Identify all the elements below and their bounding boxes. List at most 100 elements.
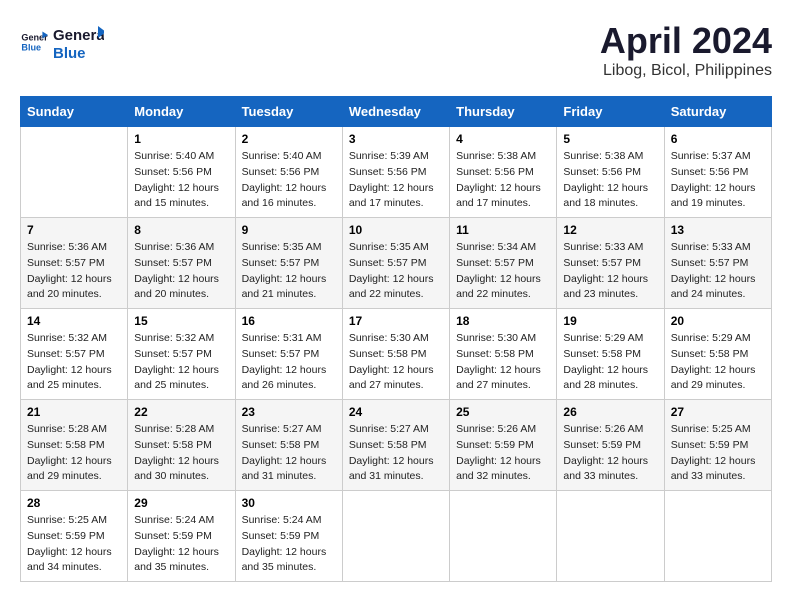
- day-cell: 5 Sunrise: 5:38 AMSunset: 5:56 PMDaylight…: [557, 127, 664, 218]
- week-row-2: 7 Sunrise: 5:36 AMSunset: 5:57 PMDaylight…: [21, 218, 772, 309]
- day-number: 10: [349, 223, 443, 237]
- day-info: Sunrise: 5:33 AMSunset: 5:57 PMDaylight:…: [671, 240, 765, 303]
- day-number: 5: [563, 132, 657, 146]
- day-cell: 20 Sunrise: 5:29 AMSunset: 5:58 PMDayligh…: [664, 309, 771, 400]
- day-cell: 15 Sunrise: 5:32 AMSunset: 5:57 PMDayligh…: [128, 309, 235, 400]
- day-info: Sunrise: 5:26 AMSunset: 5:59 PMDaylight:…: [456, 422, 550, 485]
- day-cell: 12 Sunrise: 5:33 AMSunset: 5:57 PMDayligh…: [557, 218, 664, 309]
- location-title: Libog, Bicol, Philippines: [600, 62, 772, 80]
- day-info: Sunrise: 5:39 AMSunset: 5:56 PMDaylight:…: [349, 149, 443, 212]
- day-cell: 11Sunrise: 5:34 AMSunset: 5:57 PMDayligh…: [450, 218, 557, 309]
- svg-text:General: General: [53, 27, 104, 44]
- day-number: 17: [349, 314, 443, 328]
- day-info: Sunrise: 5:37 AMSunset: 5:56 PMDaylight:…: [671, 149, 765, 212]
- title-area: April 2024 Libog, Bicol, Philippines: [600, 20, 772, 80]
- day-info: Sunrise: 5:25 AMSunset: 5:59 PMDaylight:…: [671, 422, 765, 485]
- day-number: 22: [134, 405, 228, 419]
- calendar-body: 1 Sunrise: 5:40 AMSunset: 5:56 PMDaylight…: [21, 127, 772, 582]
- day-info: Sunrise: 5:30 AMSunset: 5:58 PMDaylight:…: [349, 331, 443, 394]
- day-info: Sunrise: 5:24 AMSunset: 5:59 PMDaylight:…: [134, 513, 228, 576]
- day-info: Sunrise: 5:30 AMSunset: 5:58 PMDaylight:…: [456, 331, 550, 394]
- day-number: 6: [671, 132, 765, 146]
- day-cell: 28 Sunrise: 5:25 AMSunset: 5:59 PMDayligh…: [21, 491, 128, 582]
- day-info: Sunrise: 5:33 AMSunset: 5:57 PMDaylight:…: [563, 240, 657, 303]
- day-info: Sunrise: 5:29 AMSunset: 5:58 PMDaylight:…: [563, 331, 657, 394]
- day-header-tuesday: Tuesday: [235, 97, 342, 127]
- day-info: Sunrise: 5:28 AMSunset: 5:58 PMDaylight:…: [134, 422, 228, 485]
- logo-icon: General Blue: [20, 28, 48, 56]
- day-cell: 18 Sunrise: 5:30 AMSunset: 5:58 PMDayligh…: [450, 309, 557, 400]
- day-number: 23: [242, 405, 336, 419]
- header: General Blue General Blue April 2024 Lib…: [20, 20, 772, 80]
- day-number: 29: [134, 496, 228, 510]
- day-cell: 24 Sunrise: 5:27 AMSunset: 5:58 PMDayligh…: [342, 400, 449, 491]
- day-number: 24: [349, 405, 443, 419]
- day-number: 30: [242, 496, 336, 510]
- day-info: Sunrise: 5:32 AMSunset: 5:57 PMDaylight:…: [134, 331, 228, 394]
- day-cell: 3 Sunrise: 5:39 AMSunset: 5:56 PMDaylight…: [342, 127, 449, 218]
- week-row-1: 1 Sunrise: 5:40 AMSunset: 5:56 PMDaylight…: [21, 127, 772, 218]
- day-info: Sunrise: 5:35 AMSunset: 5:57 PMDaylight:…: [242, 240, 336, 303]
- week-row-4: 21Sunrise: 5:28 AMSunset: 5:58 PMDayligh…: [21, 400, 772, 491]
- day-info: Sunrise: 5:27 AMSunset: 5:58 PMDaylight:…: [349, 422, 443, 485]
- day-header-wednesday: Wednesday: [342, 97, 449, 127]
- calendar-table: SundayMondayTuesdayWednesdayThursdayFrid…: [20, 96, 772, 582]
- day-number: 27: [671, 405, 765, 419]
- day-cell: [664, 491, 771, 582]
- day-info: Sunrise: 5:36 AMSunset: 5:57 PMDaylight:…: [134, 240, 228, 303]
- day-info: Sunrise: 5:38 AMSunset: 5:56 PMDaylight:…: [456, 149, 550, 212]
- day-header-monday: Monday: [128, 97, 235, 127]
- week-row-5: 28 Sunrise: 5:25 AMSunset: 5:59 PMDayligh…: [21, 491, 772, 582]
- day-info: Sunrise: 5:26 AMSunset: 5:59 PMDaylight:…: [563, 422, 657, 485]
- day-number: 7: [27, 223, 121, 237]
- day-cell: 23Sunrise: 5:27 AMSunset: 5:58 PMDayligh…: [235, 400, 342, 491]
- day-number: 20: [671, 314, 765, 328]
- day-cell: 13 Sunrise: 5:33 AMSunset: 5:57 PMDayligh…: [664, 218, 771, 309]
- day-cell: 19 Sunrise: 5:29 AMSunset: 5:58 PMDayligh…: [557, 309, 664, 400]
- month-title: April 2024: [600, 20, 772, 62]
- day-number: 11: [456, 223, 550, 237]
- day-cell: 1 Sunrise: 5:40 AMSunset: 5:56 PMDaylight…: [128, 127, 235, 218]
- day-cell: 7 Sunrise: 5:36 AMSunset: 5:57 PMDaylight…: [21, 218, 128, 309]
- day-header-friday: Friday: [557, 97, 664, 127]
- day-number: 3: [349, 132, 443, 146]
- day-number: 8: [134, 223, 228, 237]
- day-number: 13: [671, 223, 765, 237]
- day-header-saturday: Saturday: [664, 97, 771, 127]
- calendar-header-row: SundayMondayTuesdayWednesdayThursdayFrid…: [21, 97, 772, 127]
- day-info: Sunrise: 5:29 AMSunset: 5:58 PMDaylight:…: [671, 331, 765, 394]
- logo-svg: General Blue: [52, 20, 104, 64]
- day-info: Sunrise: 5:40 AMSunset: 5:56 PMDaylight:…: [134, 149, 228, 212]
- day-cell: [450, 491, 557, 582]
- day-number: 14: [27, 314, 121, 328]
- day-number: 26: [563, 405, 657, 419]
- day-number: 25: [456, 405, 550, 419]
- day-cell: 14 Sunrise: 5:32 AMSunset: 5:57 PMDayligh…: [21, 309, 128, 400]
- day-header-thursday: Thursday: [450, 97, 557, 127]
- week-row-3: 14 Sunrise: 5:32 AMSunset: 5:57 PMDayligh…: [21, 309, 772, 400]
- day-info: Sunrise: 5:24 AMSunset: 5:59 PMDaylight:…: [242, 513, 336, 576]
- day-number: 15: [134, 314, 228, 328]
- day-number: 2: [242, 132, 336, 146]
- day-info: Sunrise: 5:25 AMSunset: 5:59 PMDaylight:…: [27, 513, 121, 576]
- day-cell: 27 Sunrise: 5:25 AMSunset: 5:59 PMDayligh…: [664, 400, 771, 491]
- day-number: 1: [134, 132, 228, 146]
- logo: General Blue General Blue: [20, 20, 104, 64]
- day-number: 19: [563, 314, 657, 328]
- day-info: Sunrise: 5:32 AMSunset: 5:57 PMDaylight:…: [27, 331, 121, 394]
- day-cell: 17 Sunrise: 5:30 AMSunset: 5:58 PMDayligh…: [342, 309, 449, 400]
- day-info: Sunrise: 5:35 AMSunset: 5:57 PMDaylight:…: [349, 240, 443, 303]
- day-info: Sunrise: 5:38 AMSunset: 5:56 PMDaylight:…: [563, 149, 657, 212]
- day-cell: 2Sunrise: 5:40 AMSunset: 5:56 PMDaylight…: [235, 127, 342, 218]
- day-cell: 29 Sunrise: 5:24 AMSunset: 5:59 PMDayligh…: [128, 491, 235, 582]
- day-number: 12: [563, 223, 657, 237]
- day-number: 28: [27, 496, 121, 510]
- day-cell: 30 Sunrise: 5:24 AMSunset: 5:59 PMDayligh…: [235, 491, 342, 582]
- day-info: Sunrise: 5:36 AMSunset: 5:57 PMDaylight:…: [27, 240, 121, 303]
- day-cell: 8 Sunrise: 5:36 AMSunset: 5:57 PMDaylight…: [128, 218, 235, 309]
- day-cell: 10 Sunrise: 5:35 AMSunset: 5:57 PMDayligh…: [342, 218, 449, 309]
- day-cell: 16Sunrise: 5:31 AMSunset: 5:57 PMDayligh…: [235, 309, 342, 400]
- day-number: 16: [242, 314, 336, 328]
- day-number: 9: [242, 223, 336, 237]
- day-number: 18: [456, 314, 550, 328]
